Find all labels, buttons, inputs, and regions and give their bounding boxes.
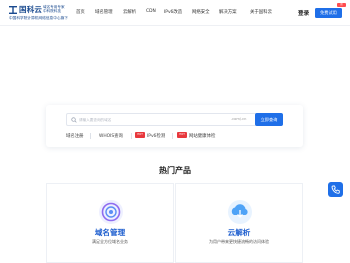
hot-products-title: 热门产品 [159,166,191,175]
search-icon [71,117,77,123]
product-card-desc: 满足全方位域名业务 [92,239,128,244]
brand-company: 中国科学院计算机网络信息中心旗下 [9,16,68,20]
nav-item-cloud-dns[interactable]: 云解析 [123,9,136,15]
logo-mark-icon [9,6,17,14]
hot-badge: HOT [135,132,145,138]
new-badge: 新 [337,3,346,7]
query-button[interactable]: 立即查询 [255,113,283,126]
contact-phone-button[interactable] [328,182,343,197]
quick-link-site-health[interactable]: 网站健康体检 [189,133,215,139]
free-trial-button[interactable]: 免费试用 [315,8,342,18]
product-card-title: 域名管理 [94,228,126,237]
product-card-cloud-dns[interactable]: 云解析 为用户带来更快捷流畅的访问体验 [175,183,303,263]
divider [90,133,91,139]
nav-item-solutions[interactable]: 解决方案 [219,9,237,15]
tld-select[interactable]: .com/.cn [231,117,246,121]
phone-icon [331,185,340,194]
product-card-desc: 为用户带来更快捷流畅的访问体验 [209,239,269,244]
top-header: 国科云 域名专用专家 中科院科技 中国科学院计算机网络信息中心旗下 首页 域名管… [0,0,350,26]
divider [172,133,173,139]
login-link[interactable]: 登录 [298,9,309,17]
quick-link-ipv6-check[interactable]: IPv6检测 [147,133,165,139]
brand-name: 国科云 [19,5,43,14]
quick-link-register[interactable]: 域名注册 [66,133,84,139]
domain-search-card: .com/.cn ▼ 立即查询 域名注册 WHOIS查询 HOT IPv6检测 … [46,105,303,147]
brand-logo[interactable]: 国科云 域名专用专家 中科院科技 中国科学院计算机网络信息中心旗下 [9,5,71,20]
nav-item-home[interactable]: 首页 [76,9,85,15]
nav-item-cdn[interactable]: CDN [146,9,156,14]
hot-badge: HOT [177,132,187,138]
search-box: .com/.cn ▼ [66,113,262,126]
divider [131,133,132,139]
cloud-dns-icon [228,200,252,224]
quick-link-whois[interactable]: WHOIS查询 [99,133,123,139]
domain-search-input[interactable] [79,116,219,124]
brand-slogan: 域名专用专家 中科院科技 [43,5,73,13]
product-card-domain[interactable]: 域名管理 满足全方位域名业务 [46,183,174,263]
domain-icon [99,200,123,224]
product-card-title: 云解析 [227,228,251,237]
nav-item-about[interactable]: 关于国科云 [250,9,272,15]
nav-item-domain[interactable]: 域名管理 [95,9,113,15]
brand-slogan-line2: 中科院科技 [43,9,61,14]
nav-item-ipv6[interactable]: IPv6改造 [164,9,182,15]
nav-item-security[interactable]: 网络安全 [192,9,210,15]
hot-products-cards: 域名管理 满足全方位域名业务 云解析 为用户带来更快捷流畅的访问体验 [46,183,303,263]
